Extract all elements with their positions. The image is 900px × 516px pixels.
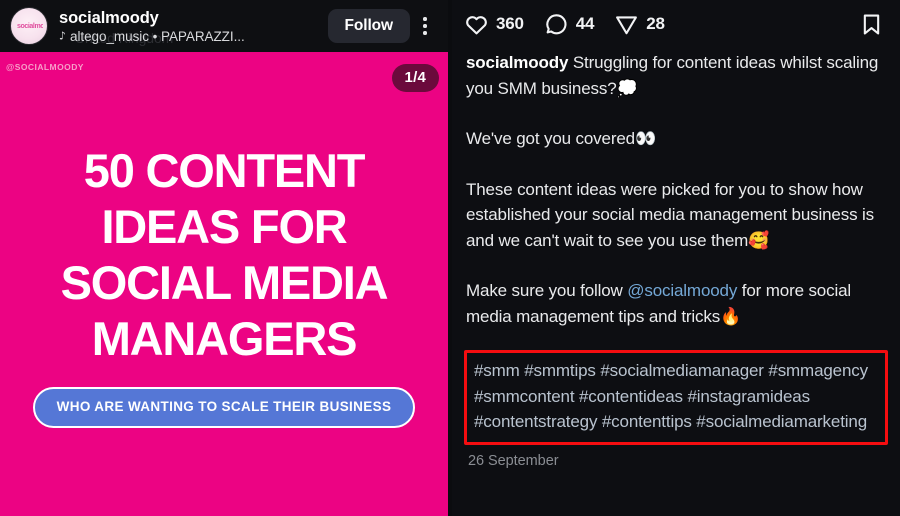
headline-line-2: IDEAS FOR: [101, 199, 347, 253]
action-bar: 360 44 28: [462, 0, 890, 48]
slide-body: 50 CONTENT IDEAS FOR SOCIAL MEDIA MANAGE…: [0, 52, 448, 516]
comment-count: 44: [575, 14, 595, 33]
mention-link[interactable]: @socialmoody: [627, 281, 737, 300]
hashtag-highlight-box: #smm #smmtips #socialmediamanager #smmag…: [464, 350, 888, 445]
smiling-face-with-hearts-emoji: 🥰: [748, 230, 770, 251]
caption-paragraph-2: We've got you covered👀: [466, 126, 888, 153]
caption-text-4-prefix: Make sure you follow: [466, 281, 628, 300]
hashtag-list[interactable]: #smm #smmtips #socialmediamanager #smmag…: [474, 358, 878, 435]
comment-bubble-icon: [546, 13, 567, 34]
audio-attribution[interactable]: ♪ altego_music • PAPARAZZI...: [59, 29, 320, 45]
caption-paragraph-1: socialmoody Struggling for content ideas…: [466, 50, 888, 102]
kebab-dot-2: [423, 24, 427, 28]
thought-bubble-emoji: 💭: [616, 78, 638, 99]
instagram-post-view: socialmoody socialmoody United Kingdom ♪…: [0, 0, 900, 516]
audio-label: altego_music • PAPARAZZI...: [69, 29, 245, 44]
caption-paragraph-4: Make sure you follow @socialmoody for mo…: [466, 278, 888, 330]
comment-button[interactable]: 44: [544, 12, 595, 37]
share-count: 28: [646, 14, 665, 33]
caption-username[interactable]: socialmoody: [466, 53, 568, 72]
post-header: socialmoody socialmoody United Kingdom ♪…: [0, 0, 448, 52]
post-timestamp: 26 September: [468, 452, 559, 469]
kebab-menu-icon[interactable]: [412, 9, 438, 43]
avatar-logo-text: socialmoody: [17, 22, 43, 31]
carousel-slide[interactable]: @SOCIALMOODY 1/4 50 CONTENT IDEAS FOR SO…: [0, 52, 448, 516]
caption-text-2: We've got you covered: [466, 129, 635, 148]
bookmark-icon: [863, 14, 880, 34]
kebab-dot-1: [423, 17, 427, 21]
like-count: 360: [496, 14, 524, 33]
kebab-dot-3: [423, 31, 427, 35]
fire-emoji: 🔥: [720, 306, 742, 327]
account-name[interactable]: socialmoody: [59, 9, 320, 28]
post-caption: socialmoody Struggling for content ideas…: [462, 48, 890, 330]
heart-icon: [466, 15, 487, 34]
headline-line-4: MANAGERS: [91, 311, 358, 365]
save-button[interactable]: [859, 12, 886, 37]
slide-cta-pill: WHO ARE WANTING TO SCALE THEIR BUSINESS: [32, 386, 416, 428]
details-panel: 360 44 28 socialmoody Struggling for con…: [452, 0, 900, 516]
like-button[interactable]: 360: [464, 12, 524, 37]
avatar[interactable]: socialmoody: [10, 7, 48, 45]
headline-line-3: SOCIAL MEDIA: [60, 255, 389, 309]
media-panel: socialmoody socialmoody United Kingdom ♪…: [0, 0, 448, 516]
caption-text-3: These content ideas were picked for you …: [466, 179, 874, 250]
header-text-block: socialmoody United Kingdom ♪ altego_musi…: [59, 4, 320, 48]
share-button[interactable]: 28: [614, 12, 665, 37]
caption-paragraph-3: These content ideas were picked for you …: [466, 177, 888, 255]
slide-headline: 50 CONTENT IDEAS FOR SOCIAL MEDIA MANAGE…: [60, 143, 389, 367]
headline-line-1: 50 CONTENT: [83, 143, 366, 197]
follow-button[interactable]: Follow: [327, 9, 410, 43]
paper-plane-icon: [616, 15, 638, 34]
music-note-icon: ♪: [59, 29, 66, 43]
eyes-emoji: 👀: [634, 129, 656, 149]
